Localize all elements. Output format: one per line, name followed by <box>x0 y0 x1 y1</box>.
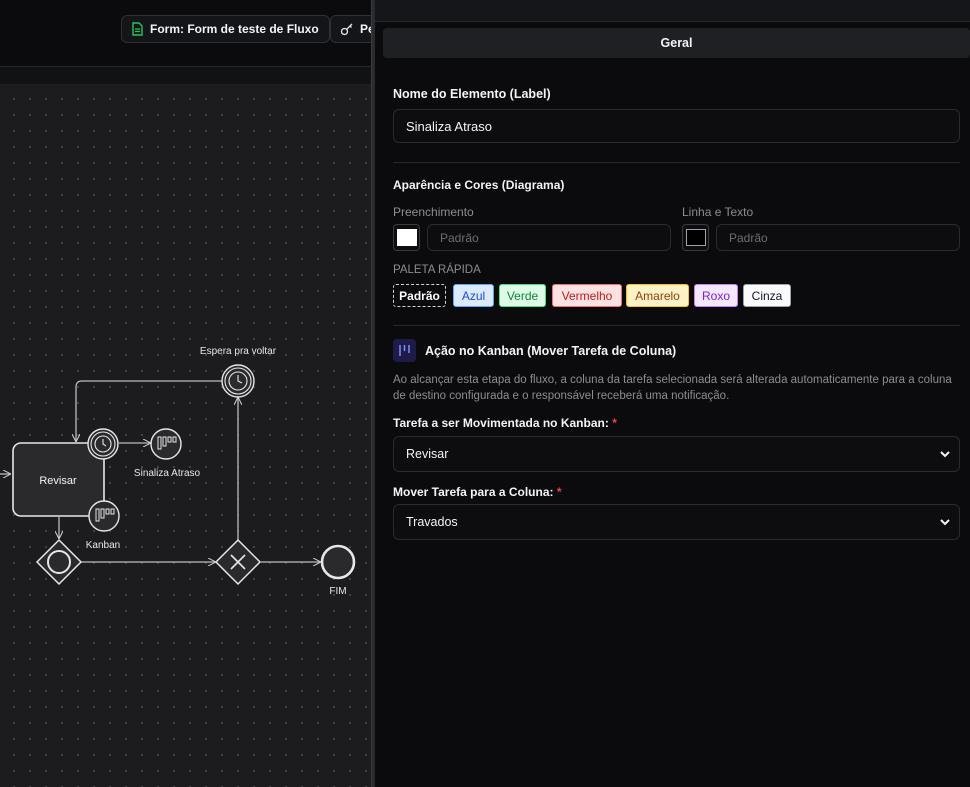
palette-chip-roxo[interactable]: Roxo <box>694 284 738 307</box>
divider <box>393 162 960 163</box>
column-label: Mover Tarefa para a Coluna: * <box>393 485 562 499</box>
sinaliza-atraso-label: Sinaliza Atraso <box>134 468 201 479</box>
divider <box>393 325 960 326</box>
task-select-value: Revisar <box>406 447 449 461</box>
espera-timer-icon[interactable] <box>221 364 255 398</box>
palette-chip-cinza[interactable]: Cinza <box>743 284 791 307</box>
kanban-icon <box>393 339 416 362</box>
espera-label: Espera pra voltar <box>200 346 277 357</box>
chevron-down-icon <box>940 519 950 526</box>
palette-chip-vermelho[interactable]: Vermelho <box>552 284 622 307</box>
boundary-kanban-icon[interactable] <box>88 500 120 532</box>
boundary-timer-icon[interactable] <box>87 428 119 460</box>
line-color-swatch[interactable] <box>682 224 709 251</box>
fim-label: FIM <box>329 586 346 597</box>
column-select[interactable]: Travados <box>393 504 960 540</box>
task-label-text: Tarefa a ser Movimentada no Kanban: <box>393 416 609 430</box>
line-label: Linha e Texto <box>682 205 754 219</box>
palette-chip-azul[interactable]: Azul <box>453 284 494 307</box>
appearance-title: Aparência e Cores (Diagrama) <box>393 178 565 192</box>
revisar-task-label: Revisar <box>39 475 77 487</box>
bpmn-diagram: Revisar Kanban Sinaliza Atraso Espera pr… <box>0 346 356 597</box>
required-mark: * <box>612 416 617 430</box>
fill-color-input[interactable]: Padrão <box>427 224 671 251</box>
tab-geral[interactable]: Geral <box>383 28 970 58</box>
required-mark: * <box>556 485 562 499</box>
palette-chip-amarelo[interactable]: Amarelo <box>626 284 689 307</box>
sinaliza-atraso-event[interactable] <box>150 428 182 460</box>
panel-header <box>375 0 970 22</box>
chevron-down-icon <box>940 451 950 458</box>
fill-color-swatch[interactable] <box>393 224 420 251</box>
column-label-text: Mover Tarefa para a Coluna: <box>393 485 554 499</box>
palette-chip-verde[interactable]: Verde <box>499 284 546 307</box>
kanban-section-title: Ação no Kanban (Mover Tarefa de Coluna) <box>425 344 677 358</box>
kanban-description: Ao alcançar esta etapa do fluxo, a colun… <box>393 374 952 402</box>
palette-title: PALETA RÁPIDA <box>393 264 481 276</box>
exclusive-gateway-icon[interactable] <box>214 538 262 586</box>
column-select-value: Travados <box>406 515 458 529</box>
kanban-event-label: Kanban <box>86 540 120 551</box>
element-name-input[interactable]: Sinaliza Atraso <box>393 109 960 143</box>
properties-panel: Geral Nome do Elemento (Label) Sinaliza … <box>375 0 970 787</box>
element-name-label: Nome do Elemento (Label) <box>393 87 551 101</box>
end-event-icon[interactable] <box>320 544 356 580</box>
line-color-input[interactable]: Padrão <box>716 224 960 251</box>
task-label: Tarefa a ser Movimentada no Kanban: * <box>393 416 617 430</box>
palette-chip-padrao[interactable]: Padrão <box>393 284 446 307</box>
fill-label: Preenchimento <box>393 205 474 219</box>
task-select[interactable]: Revisar <box>393 436 960 472</box>
revisar-task[interactable]: Revisar <box>12 442 105 517</box>
inclusive-gateway-icon[interactable] <box>35 538 83 586</box>
